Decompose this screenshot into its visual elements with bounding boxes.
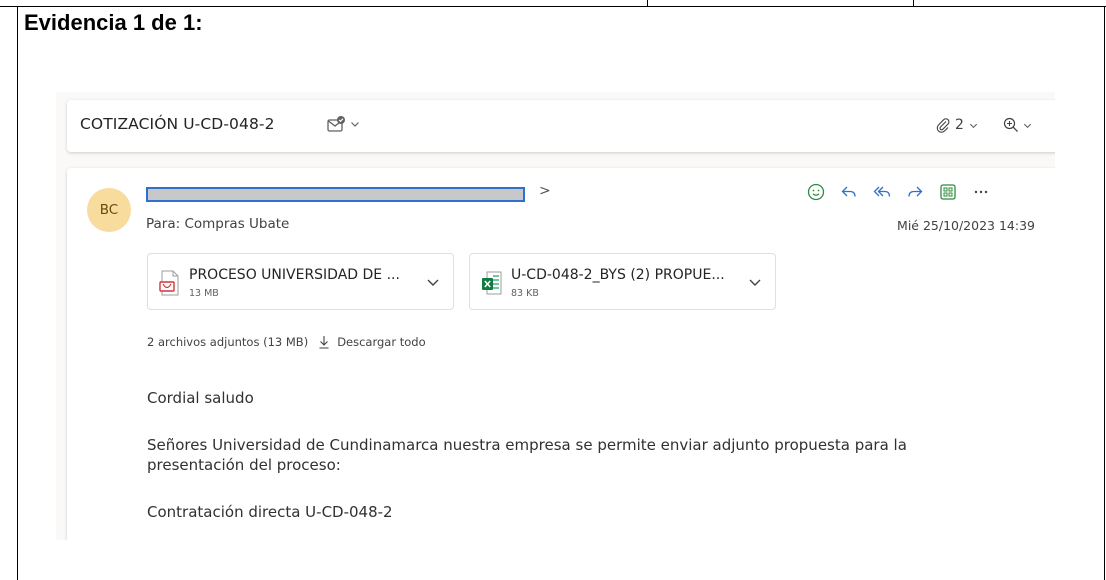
attachment-count: 2 xyxy=(955,117,964,133)
chevron-down-icon xyxy=(969,123,978,128)
avatar[interactable]: BC xyxy=(87,188,131,232)
chevron-down-icon[interactable] xyxy=(747,274,763,290)
pdf-icon xyxy=(159,270,179,296)
forward-icon xyxy=(908,186,923,197)
more-icon xyxy=(974,190,988,194)
reply-button[interactable] xyxy=(834,180,864,204)
attachment-name: U-CD-048-2_BYS (2) PROPUE... xyxy=(511,267,725,283)
attachment-size: 83 KB xyxy=(511,288,539,299)
zoom-button[interactable] xyxy=(1002,114,1033,136)
download-all-button[interactable]: Descargar todo xyxy=(318,335,426,349)
excel-icon xyxy=(482,271,502,295)
evidence-title: Evidencia 1 de 1: xyxy=(24,10,203,35)
attachments-summary: 2 archivos adjuntos (13 MB) xyxy=(147,335,309,349)
apps-grid-icon xyxy=(940,184,956,200)
reply-icon xyxy=(841,186,856,197)
sender-suffix: > xyxy=(539,183,551,199)
forward-button[interactable] xyxy=(900,180,930,204)
table-left-border xyxy=(17,7,18,580)
email-subject: COTIZACIÓN U-CD-048-2 xyxy=(80,115,275,133)
subject-header: COTIZACIÓN U-CD-048-2 2 xyxy=(67,100,1055,152)
apps-button[interactable] xyxy=(933,180,963,204)
more-actions-button[interactable] xyxy=(966,180,996,204)
sent-date: Mié 25/10/2023 14:39 xyxy=(897,218,1035,233)
attachments-indicator[interactable]: 2 xyxy=(935,114,979,136)
sender-name-redacted xyxy=(146,187,525,202)
reply-all-icon xyxy=(873,186,891,197)
email-body-paragraph: Señores Universidad de Cundinamarca nues… xyxy=(147,436,907,474)
table-divider xyxy=(647,0,648,7)
download-icon xyxy=(319,336,329,349)
chevron-down-icon[interactable] xyxy=(425,274,441,290)
attachment-card[interactable]: U-CD-048-2_BYS (2) PROPUE... 83 KB xyxy=(469,253,776,310)
table-right-border xyxy=(1104,7,1105,580)
zoom-in-icon xyxy=(1003,117,1018,132)
attachment-card[interactable]: PROCESO UNIVERSIDAD DE ... 13 MB xyxy=(147,253,454,310)
attachment-size: 13 MB xyxy=(189,288,219,299)
recipients-line: Para: Compras Ubate xyxy=(146,216,290,232)
message-card: BC > Para: Compras Ubate Mié 25/10/2023 … xyxy=(67,168,1055,540)
message-action-bar xyxy=(801,180,999,204)
chevron-down-icon[interactable] xyxy=(349,118,361,130)
table-top-row xyxy=(0,0,1106,7)
table-divider xyxy=(913,0,914,7)
react-button[interactable] xyxy=(801,180,831,204)
download-all-label: Descargar todo xyxy=(337,335,426,349)
emoji-icon xyxy=(807,183,825,201)
paperclip-icon xyxy=(936,118,950,133)
attachment-name: PROCESO UNIVERSIDAD DE ... xyxy=(189,267,400,283)
email-body-line: Contratación directa U-CD-048-2 xyxy=(147,503,393,521)
email-body-greeting: Cordial saludo xyxy=(147,389,254,407)
attachments-summary-row: 2 archivos adjuntos (13 MB) Descargar to… xyxy=(147,335,426,349)
email-screenshot: COTIZACIÓN U-CD-048-2 2 BC > Para: Compr… xyxy=(56,92,1055,540)
reply-all-button[interactable] xyxy=(867,180,897,204)
summarize-mail-icon[interactable] xyxy=(325,114,347,136)
chevron-down-icon xyxy=(1023,123,1032,128)
